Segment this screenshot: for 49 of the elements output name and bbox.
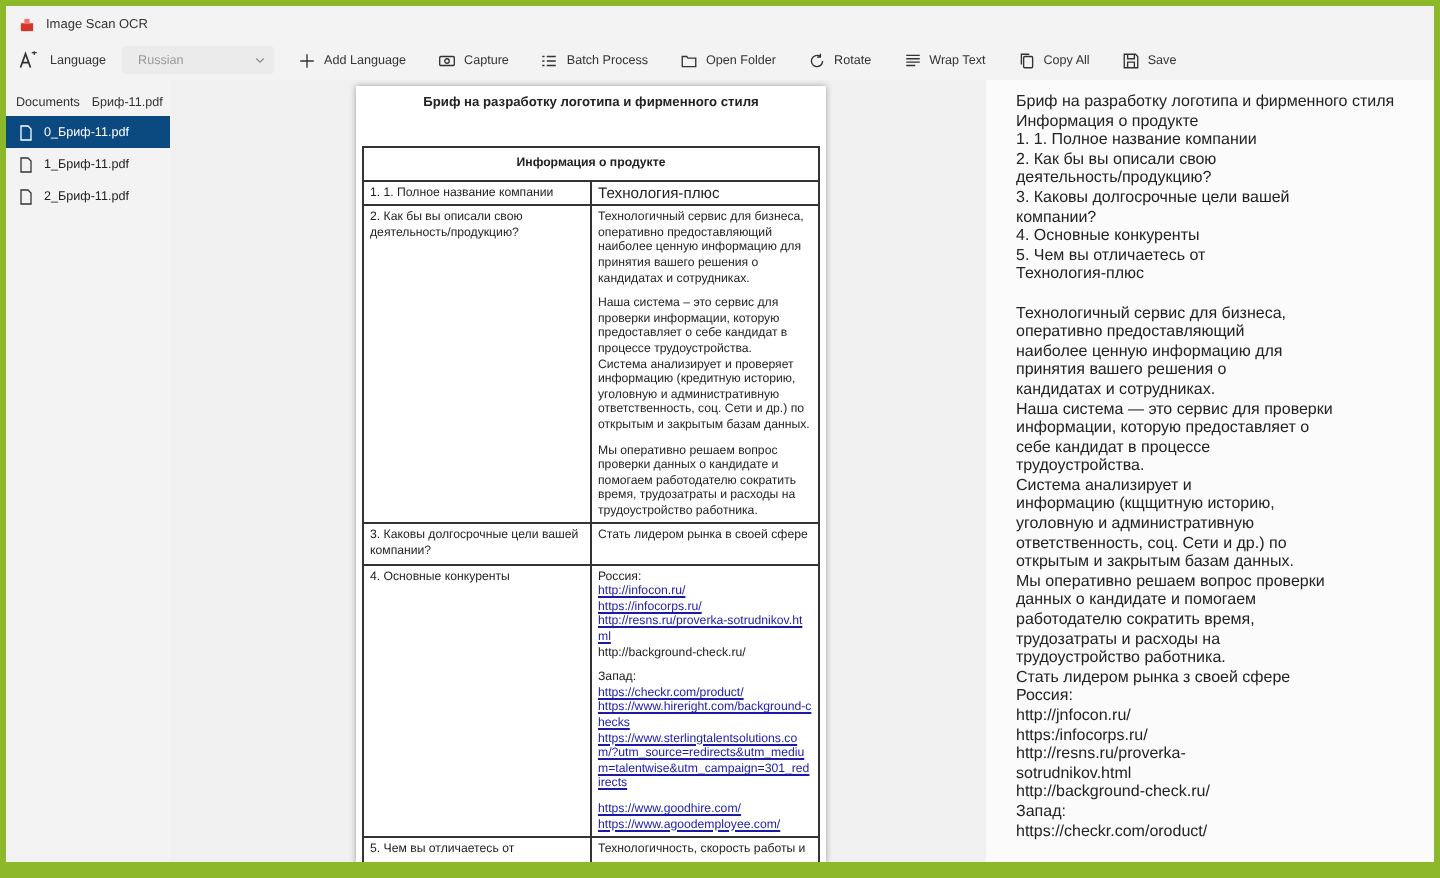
text-line: кандидатах и сотрудниках. (1016, 379, 1218, 399)
text-line: https://checkr.com/oroduct/ (1016, 821, 1210, 841)
text-line: трудоустройства. (1016, 456, 1147, 476)
text-line: данных о кандидате и помогаем (1016, 590, 1259, 611)
text-line: 1. 1. Полное название компании (1016, 130, 1259, 150)
folder-icon (680, 51, 699, 69)
text-line: 3. Каковы долгосрочные цели вашей (1016, 187, 1292, 208)
text-line: компании? (1016, 207, 1099, 227)
text-line: Технология-плюс (1016, 264, 1146, 284)
text-line: Стать лидером рынка з своей сфере (1016, 667, 1293, 687)
text-line: http://background-check.ru/ (1016, 782, 1212, 802)
text-line: работодателю сократить время, (1016, 610, 1257, 630)
language-icon (18, 50, 38, 70)
rotate-icon (808, 51, 827, 69)
text-line: https:/infocorps.ru/ (1016, 725, 1150, 745)
plus-icon (298, 51, 317, 69)
save-icon (1121, 51, 1140, 69)
text-line: Россия: (1016, 686, 1075, 706)
text-line: Запад: (1016, 801, 1068, 822)
text-line: Технологичный сервис для бизнеса, (1016, 303, 1289, 323)
text-line: уголовную и административную (1016, 514, 1256, 534)
text-line: sotrudnikov.html (1016, 763, 1134, 783)
camera-icon (438, 51, 457, 69)
text-line: 5. Чем вы отличаетесь от (1016, 245, 1208, 265)
text-line: открытым и закрытым базам данных. (1016, 552, 1296, 572)
text-line: 2. Как бы вы описали свою (1016, 149, 1219, 169)
wrap-text-icon (903, 51, 922, 69)
text-line: Бриф на разработку логотипа и фирменного стиля (1016, 92, 1397, 112)
text-line: оперативно предоставляющий (1016, 322, 1247, 342)
copy-icon (1017, 51, 1036, 69)
text-line: 4. Основные конкуренты (1016, 226, 1202, 246)
text-line: http://jnfocon.ru/ (1016, 706, 1133, 726)
text-line: наиболее ценную информацию для (1016, 341, 1285, 361)
text-line: Система анализирует и (1016, 475, 1194, 495)
text-line: Информация о продукте (1016, 111, 1201, 131)
text-line: Мы оперативно решаем вопрос проверки (1016, 571, 1327, 591)
text-line: себе кандидат в процессе (1016, 437, 1213, 457)
text-line: трудозатраты и расходы на (1016, 629, 1223, 649)
text-line: информацию (кщщитную историю, (1016, 494, 1277, 515)
text-line: деятельность/продукцию? (1016, 168, 1214, 188)
text-line: трудоустройство работника. (1016, 648, 1228, 668)
text-line: http://resns.ru/proverka- (1016, 744, 1188, 764)
text-line: Наша система — это сервис для проверки (1016, 399, 1335, 419)
chevron-down-icon (254, 54, 267, 66)
text-line: принятия вашего решения о (1016, 360, 1229, 380)
list-icon (540, 51, 559, 69)
app-logo-icon (20, 18, 34, 32)
text-line: ответственность, соц. Сети и др.) по (1016, 533, 1289, 553)
text-line: информации, которую предоставляет о (1016, 418, 1312, 438)
